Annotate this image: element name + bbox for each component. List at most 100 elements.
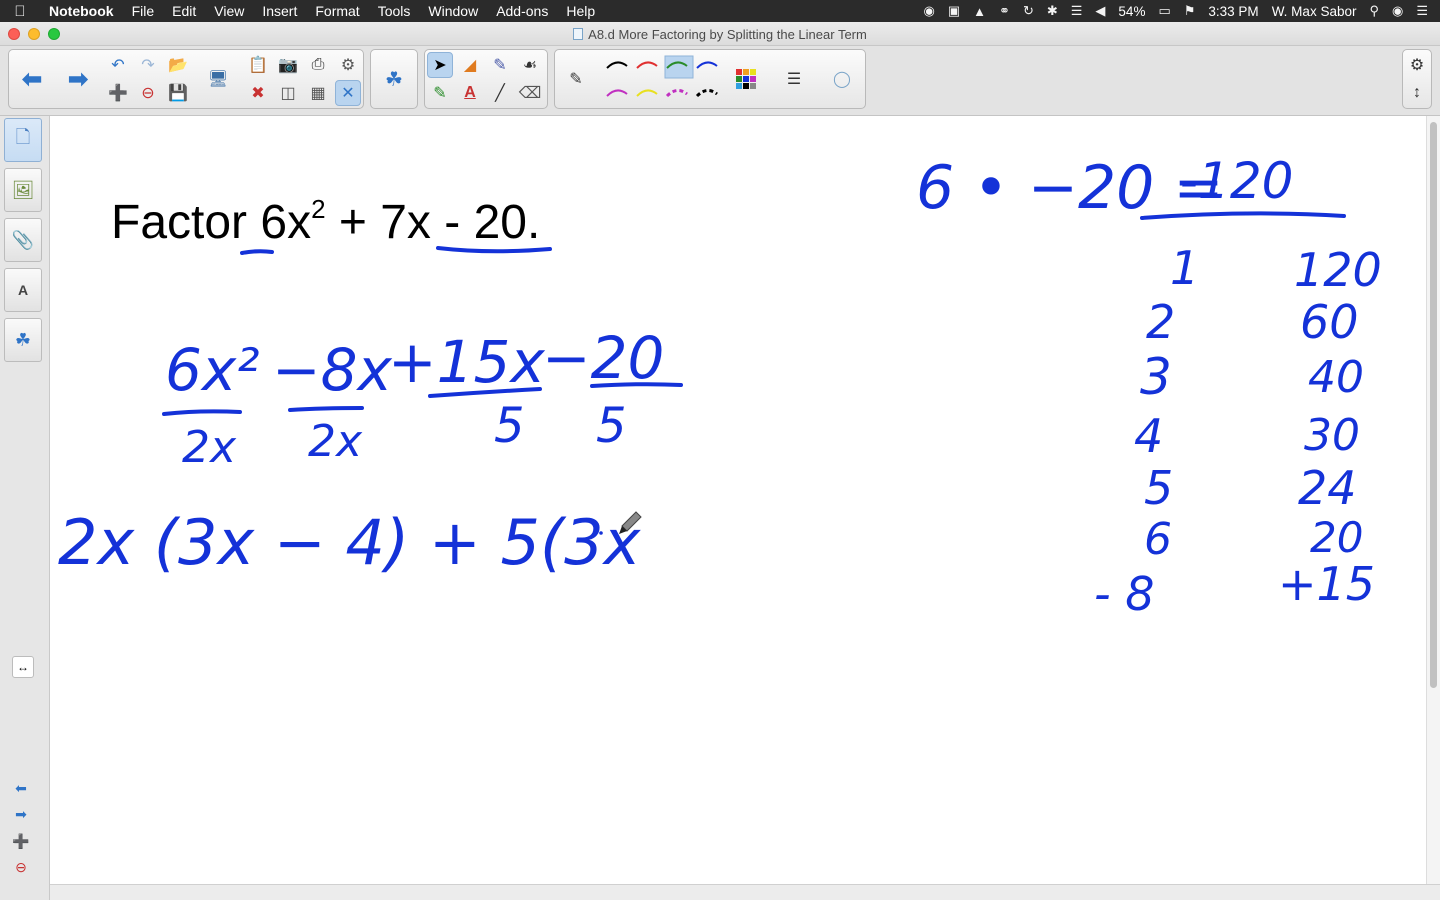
toolbar-group-tools: ➤ ◢ ✎ ☙ ✎ A ╱ ⌫ [424, 49, 548, 109]
factored-line: 2x (3x − 4) + 5(3x [58, 506, 642, 579]
text-tool-button[interactable]: A [457, 80, 483, 106]
table-button[interactable]: ▦ [305, 80, 331, 106]
wifi-icon[interactable]: ☰ [1071, 3, 1083, 19]
toolbar-group-pen-properties: ✎ ☰ ◯ [554, 49, 866, 109]
redo-button[interactable]: ↷ [135, 52, 161, 78]
delete-button[interactable]: ✖ [245, 80, 271, 106]
screen-shade-button[interactable]: 🖥 [205, 66, 231, 92]
menu-insert[interactable]: Insert [253, 0, 306, 22]
gallery-tab[interactable]: 🖼 [4, 168, 42, 212]
factor-left-6: 6 [1144, 514, 1172, 565]
drive-icon[interactable]: ▲ [973, 4, 986, 19]
gcf-bar-4 [590, 382, 683, 388]
respond-button[interactable]: ⚙ [335, 52, 361, 78]
paperclip-icon: 📎 [11, 229, 35, 250]
menu-addons[interactable]: Add-ons [487, 0, 557, 22]
status-area: ◉ ▣ ▲ ⚭ ↻ ✱ ☰ ◀ 54% ▭ ⚑ 3:33 PM W. Max S… [924, 0, 1440, 22]
factor-right-4: 30 [1304, 410, 1360, 461]
pens-tool-button[interactable]: ✎ [427, 80, 453, 106]
menu-format[interactable]: Format [306, 0, 368, 22]
notification-center-icon[interactable]: ☰ [1416, 3, 1428, 19]
factor-left-4: 4 [1134, 409, 1163, 463]
screen-icon[interactable]: ▣ [948, 3, 960, 19]
toolbar-group-navigation: ⬅ ➡ ↶ ↷ 📂 ➕ ⊖ 💾 🖥 📋 📷 ⎙ ⚙ ✖ ◫ ▦ ✕ [8, 49, 364, 109]
line-thickness-button[interactable]: ☰ [781, 66, 807, 92]
toolbar-position-icon[interactable]: ↕ [1404, 80, 1430, 106]
time-machine-icon[interactable]: ↻ [1023, 3, 1034, 19]
clock[interactable]: 3:33 PM [1208, 4, 1258, 19]
properties-icon: A [17, 282, 29, 298]
pen-color-swatches[interactable] [603, 54, 723, 106]
menu-window[interactable]: Window [419, 0, 487, 22]
addons-puzzle-icon[interactable]: ☘ [381, 66, 407, 92]
window-title-bar: A8.d More Factoring by Splitting the Lin… [0, 22, 1440, 46]
sidebar-add-page-button[interactable]: ➕ [11, 832, 31, 850]
transparency-button[interactable]: ◯ [829, 66, 855, 92]
apple-menu-icon[interactable]:  [0, 3, 40, 20]
sidebar-delete-page-button[interactable]: ⊖ [11, 858, 31, 876]
flag-icon[interactable]: ⚑ [1184, 3, 1196, 19]
bluetooth-icon[interactable]: ✱ [1047, 3, 1058, 19]
toolbar-group-addons: ☘ [370, 49, 418, 109]
add-page-button[interactable]: ➕ [105, 80, 131, 106]
underline-minus-20 [436, 246, 552, 254]
menu-tools[interactable]: Tools [369, 0, 420, 22]
siri-icon[interactable]: ◉ [1392, 3, 1403, 19]
vertical-scrollbar[interactable] [1426, 116, 1440, 884]
factor-left-2: 2 [1146, 295, 1175, 349]
gcf-label-4: 5 [596, 398, 627, 454]
previous-page-button[interactable]: ⬅ [19, 66, 45, 93]
pen-type-button[interactable]: ✎ [563, 66, 589, 92]
magic-pen-button[interactable]: ✎ [487, 52, 513, 78]
properties-tab[interactable]: A [4, 268, 42, 312]
shapes-tool-button[interactable]: ◢ [457, 52, 483, 78]
close-button[interactable]: ✕ [335, 80, 361, 106]
volume-icon[interactable]: ◀ [1095, 3, 1105, 19]
open-file-button[interactable]: 📂 [165, 52, 191, 78]
handwriting-layer[interactable]: 6 • −20 = -120 6x² −8x +15x −20 2x 2x 5 … [50, 116, 1426, 884]
menu-file[interactable]: File [123, 0, 164, 22]
menu-view[interactable]: View [205, 0, 253, 22]
menu-app-name[interactable]: Notebook [40, 0, 123, 22]
split-term-1: 6x² [165, 336, 259, 404]
undo-button[interactable]: ↶ [105, 52, 131, 78]
underline-6 [240, 249, 274, 255]
whiteboard-canvas[interactable]: Factor 6x2 + 7x - 20. 6 • −20 = -120 6x²… [50, 116, 1426, 884]
headphones-icon[interactable]: ⚭ [999, 3, 1010, 19]
menu-edit[interactable]: Edit [163, 0, 205, 22]
sidebar-previous-page-button[interactable]: ⬅ [11, 779, 31, 797]
factor-left-5: 5 [1144, 461, 1173, 515]
spotlight-search-icon[interactable]: ⚲ [1369, 3, 1379, 19]
save-button[interactable]: 💾 [165, 80, 191, 106]
sidebar-next-page-button[interactable]: ➡ [11, 805, 31, 823]
select-tool-button[interactable]: ➤ [427, 52, 453, 78]
puzzle-piece-icon: ☘ [14, 329, 32, 350]
paste-button[interactable]: 📋 [245, 52, 271, 78]
expand-sidebar-handle[interactable]: ↔ [12, 656, 34, 678]
battery-percent[interactable]: 54% [1118, 4, 1145, 19]
attachments-tab[interactable]: 📎 [4, 218, 42, 262]
line-tool-button[interactable]: ╱ [487, 80, 513, 106]
color-palette-button[interactable] [733, 66, 759, 92]
document-title: A8.d More Factoring by Splitting the Lin… [0, 27, 1440, 42]
double-arrow-icon: ↔ [17, 660, 29, 674]
next-page-button[interactable]: ➡ [65, 66, 91, 93]
scroll-thumb[interactable] [1430, 122, 1437, 688]
user-name[interactable]: W. Max Sabor [1272, 4, 1357, 19]
delete-page-button[interactable]: ⊖ [135, 80, 161, 106]
battery-icon[interactable]: ▭ [1158, 3, 1170, 19]
document-title-text: A8.d More Factoring by Splitting the Lin… [588, 27, 867, 42]
fill-tool-button[interactable]: ☙ [517, 52, 543, 78]
product-line: 6 • −20 = [916, 153, 1224, 223]
record-icon[interactable]: ◉ [924, 3, 935, 19]
page-sorter-tab[interactable]: 🗋 [4, 118, 42, 162]
addons-tab[interactable]: ☘ [4, 318, 42, 362]
menu-help[interactable]: Help [557, 0, 604, 22]
settings-gear-icon[interactable]: ⚙ [1404, 52, 1430, 78]
eraser-tool-button[interactable]: ⌫ [517, 80, 543, 106]
factor-left-3: 3 [1140, 348, 1172, 406]
screen-capture-button[interactable]: 📷 [275, 52, 301, 78]
full-screen-button[interactable]: ◫ [275, 80, 301, 106]
document-camera-button[interactable]: ⎙ [305, 52, 331, 78]
menu-bar:  Notebook File Edit View Insert Format … [0, 0, 1440, 22]
